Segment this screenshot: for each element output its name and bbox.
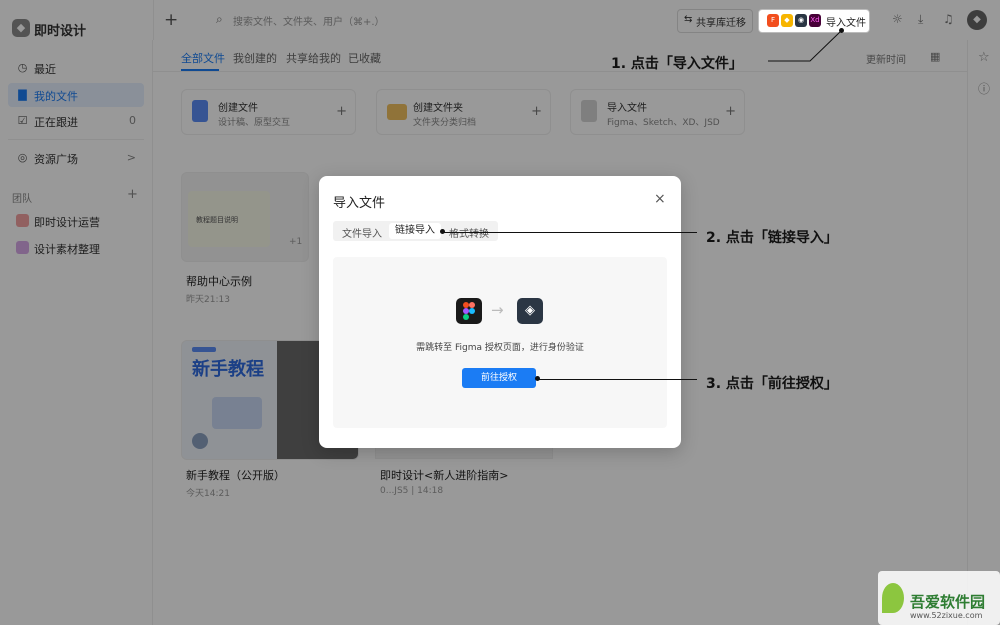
leaf-logo-icon [882,583,904,613]
jsd-icon: ◉ [795,14,807,27]
annotation-step-1: 1. 点击「导入文件」 [611,56,743,72]
xd-icon: Xd [809,14,821,27]
arrow-right-icon: → [491,301,504,319]
modal-tabs: 文件导入 链接导入 格式转换 [333,221,498,241]
tab-link-import[interactable]: 链接导入 [389,223,441,239]
figma-icon [456,298,482,324]
tab-file-import[interactable]: 文件导入 [342,225,382,240]
modal-title: 导入文件 [333,196,386,211]
sketch-icon: ◆ [781,14,793,27]
close-icon[interactable]: × [654,191,666,207]
annotation-line [539,379,697,380]
import-modal: 导入文件 × 文件导入 链接导入 格式转换 → ◈ 需跳转至 Figma 授权页… [319,176,681,448]
watermark: 吾爱软件园 www.52zixue.com [878,565,1000,625]
annotation-connector [768,30,842,62]
auth-description: 需跳转至 Figma 授权页面，进行身份验证 [416,343,584,353]
figma-icon: F [767,14,779,27]
annotation-step-2: 2. 点击「链接导入」 [706,230,838,246]
jsd-logo-icon: ◈ [517,298,543,324]
annotation-line [444,232,697,233]
annotation-step-3: 3. 点击「前往授权」 [706,376,838,392]
authorize-button[interactable]: 前往授权 [462,368,536,388]
